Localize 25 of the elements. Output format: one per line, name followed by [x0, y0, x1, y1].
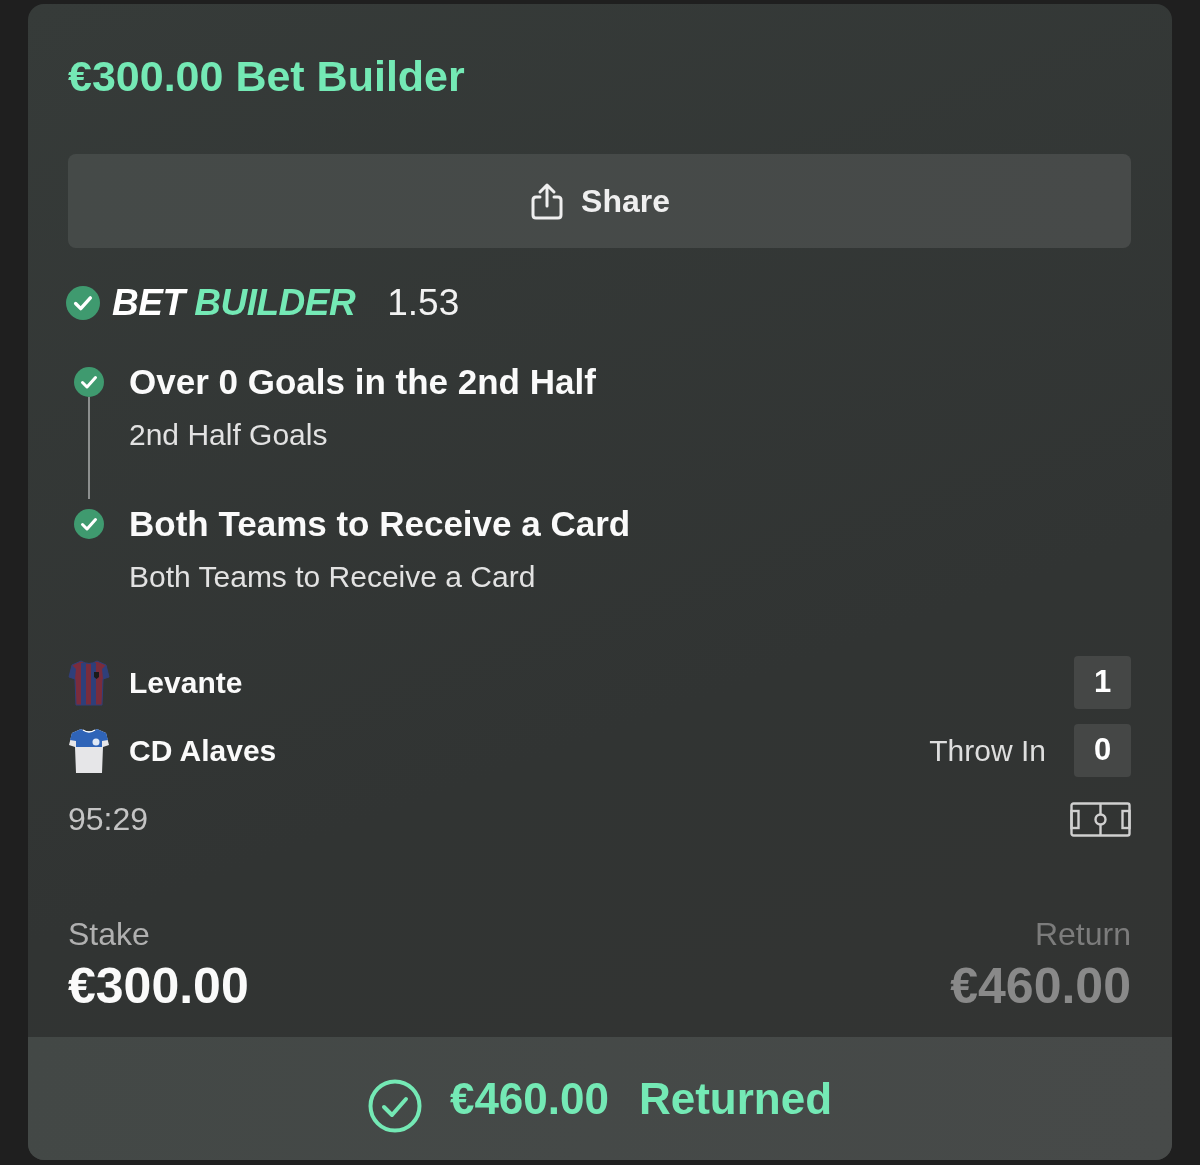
check-circle-icon: [367, 1078, 422, 1133]
match-event-label: Throw In: [929, 733, 1046, 769]
team-name: Levante: [129, 665, 243, 701]
stake-label: Stake: [68, 916, 150, 952]
returned-status: Returned: [638, 1072, 833, 1125]
team-score: 1: [1074, 656, 1131, 709]
market-name: 2nd Half Goals: [129, 417, 329, 453]
team-name: CD Alaves: [129, 733, 277, 769]
market-name: Both Teams to Receive a Card: [129, 559, 537, 595]
returned-amount: €460.00: [449, 1072, 609, 1125]
selection-title: Over 0 Goals in the 2nd Half: [129, 362, 596, 402]
match-clock: 95:29: [68, 800, 149, 839]
team-score: 0: [1074, 724, 1131, 777]
bet-type-title: BET BUILDER: [112, 283, 356, 323]
share-button[interactable]: Share: [68, 154, 1131, 248]
striped-shirt-icon: [68, 659, 110, 706]
return-amount: €460.00: [950, 959, 1131, 1013]
odds-value: 1.53: [387, 283, 460, 323]
stake-amount: €300.00: [68, 959, 249, 1013]
bet-title: €300.00 Bet Builder: [68, 52, 465, 100]
pitch-icon[interactable]: [1070, 801, 1131, 837]
shirt-icon: [68, 727, 110, 774]
return-label: Return: [1034, 916, 1131, 952]
share-icon: [529, 182, 566, 220]
selection-title: Both Teams to Receive a Card: [129, 504, 631, 544]
